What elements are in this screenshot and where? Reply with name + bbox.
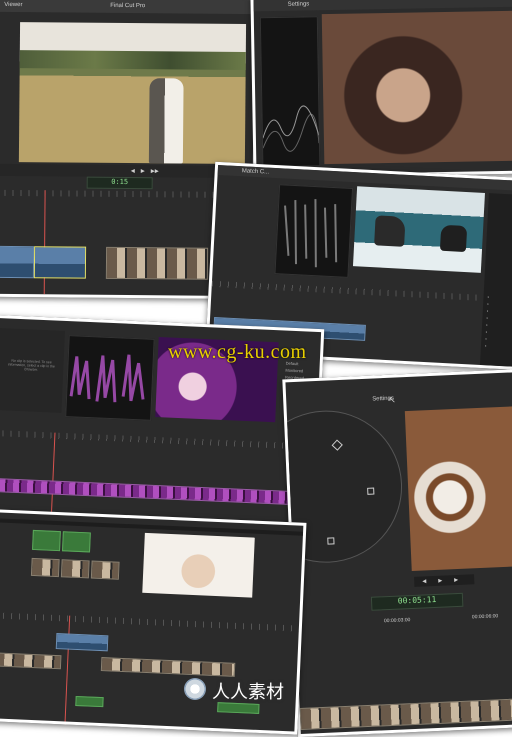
option-item-1[interactable]: Monitored: [285, 368, 303, 374]
watermark-logo-mark: [184, 678, 206, 700]
timeline-clip-storyline-1[interactable]: [0, 652, 62, 670]
timecode-display-2[interactable]: 00:05:11: [370, 592, 464, 611]
browser-thumb-1[interactable]: [32, 529, 61, 552]
panel-settings-portrait: Settings: [250, 0, 512, 179]
timeline-clip-3[interactable]: [105, 246, 209, 280]
couple-figure: [148, 78, 184, 164]
ruler-label-1: 00:00:06:00: [471, 613, 499, 621]
timeline-ruler-2: [211, 280, 482, 301]
browser-thumb-3[interactable]: [30, 557, 60, 578]
parade-trace: [69, 354, 145, 403]
rewind-icon-2[interactable]: ◂: [422, 576, 426, 585]
playhead-3[interactable]: [50, 432, 56, 517]
sidebar-list: ▪ ▪ ▪ ▪ ▪ ▪ ▪ ▪: [484, 294, 490, 349]
viewer-image-wedding-field: [18, 22, 247, 165]
viewer-image-woman-portrait: [321, 10, 512, 165]
play-icon-2[interactable]: ▸: [438, 576, 442, 585]
puck-low[interactable]: [327, 537, 335, 545]
cursor-icon: ↖: [388, 394, 397, 405]
playhead-6[interactable]: [64, 615, 71, 722]
browser-thumb-5[interactable]: [90, 560, 120, 580]
sea-rock-2: [439, 224, 468, 253]
timeline-clip-purple-strip[interactable]: [0, 477, 301, 506]
timeline-ruler-3: [0, 429, 317, 451]
timeline-clip-storyline-2[interactable]: [100, 657, 236, 677]
rgb-parade-scope: [65, 335, 155, 421]
timeline-clip-top[interactable]: [55, 633, 109, 652]
window-title: Final Cut Pro: [110, 2, 146, 10]
scope-trace: [284, 199, 338, 268]
timeline-clip-audio-1[interactable]: [75, 695, 104, 708]
play-icon[interactable]: ▸: [141, 166, 145, 175]
timeline-clip-1[interactable]: [0, 245, 35, 279]
viewer-image-coffee: [404, 405, 512, 571]
browser-thumb-4[interactable]: [60, 559, 90, 579]
waveform-scope: [259, 16, 321, 168]
watermark-url: www.cg-ku.com: [168, 341, 307, 363]
browser-thumb-2[interactable]: [62, 531, 91, 553]
puck-mid[interactable]: [367, 487, 375, 495]
watermark-logo-text: 人人素材: [212, 682, 284, 703]
timeline-clip-2[interactable]: [33, 246, 87, 279]
sea-rock: [374, 215, 406, 247]
viewer-label: Viewer: [4, 1, 23, 9]
forward-icon[interactable]: ▸▸: [151, 166, 159, 175]
settings-title-bar: Settings: [253, 0, 512, 12]
viewer-image-ring: [142, 532, 255, 598]
empty-inspector: No clip is selected. To see information,…: [0, 328, 65, 413]
timeline-ruler-6: [0, 612, 299, 632]
window-title-bar: Final Cut Pro Viewer: [0, 0, 255, 15]
viewer-image-ocean-rocks: [352, 186, 485, 273]
settings-title: Settings: [287, 1, 310, 8]
rewind-icon[interactable]: ◂: [131, 166, 135, 175]
playhead[interactable]: [43, 190, 46, 295]
ruler-label-0: 00:00:03:00: [383, 617, 411, 625]
forward-icon-2[interactable]: ▸: [454, 575, 458, 584]
no-clip-message: No clip is selected. To see information,…: [7, 358, 56, 372]
transport-controls-2: ◂ ▸ ▸: [414, 574, 475, 587]
puck-top[interactable]: [331, 439, 343, 451]
tree-line: [19, 50, 246, 71]
timecode-display[interactable]: 0:15: [86, 176, 153, 190]
inspector-sidebar: ▪ ▪ ▪ ▪ ▪ ▪ ▪ ▪: [479, 193, 512, 368]
waveform-trace: [262, 105, 320, 152]
watermark-logo: 人人素材: [184, 676, 332, 703]
vectorscope-waveform: [274, 184, 354, 278]
match-tab-label: Match C...: [241, 168, 270, 176]
